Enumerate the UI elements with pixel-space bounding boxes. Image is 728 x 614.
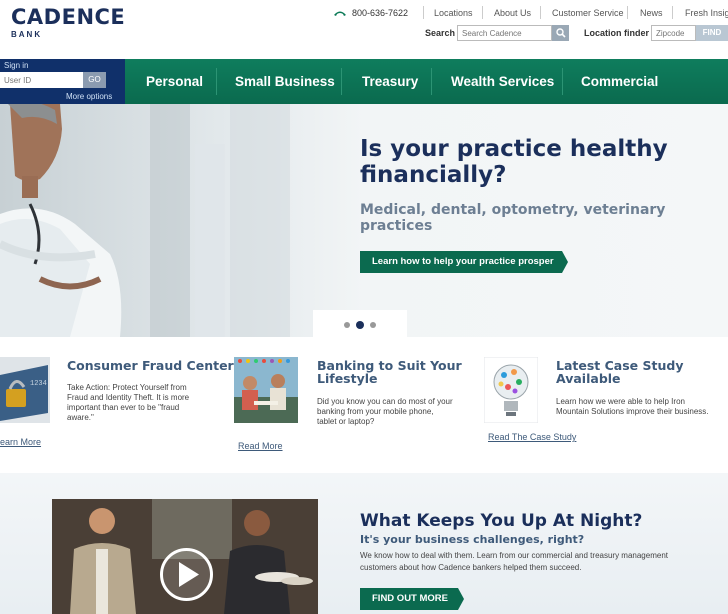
- location-finder-label: Location finder: [584, 28, 649, 38]
- feature-title-line: Lifestyle: [317, 371, 378, 386]
- go-button[interactable]: GO: [83, 72, 106, 88]
- nav-divider: [341, 68, 342, 95]
- hero-subtitle-line: Medical, dental, optometry, veterinary: [360, 202, 666, 218]
- text-line: Did you know you can do most of your: [317, 397, 453, 406]
- toplink-customer-service[interactable]: Customer Service: [552, 6, 624, 20]
- text-line: tablet or laptop?: [317, 417, 375, 426]
- carousel-dot-2[interactable]: [356, 321, 364, 329]
- divider: [423, 6, 424, 19]
- search-label: Search: [425, 28, 456, 38]
- text-line: We know how to deal with them. Learn fro…: [360, 551, 668, 560]
- phone-icon: [334, 11, 346, 16]
- feature-image-lifestyle: [234, 357, 298, 423]
- feature-text-fraud: Take Action: Protect Yourself from Fraud…: [67, 383, 217, 423]
- nav-wealth-services[interactable]: Wealth Services: [451, 59, 554, 104]
- phone-number: 800-636-7622: [352, 8, 409, 18]
- play-icon[interactable]: [159, 547, 214, 602]
- find-button[interactable]: FIND: [696, 25, 728, 41]
- text-line: customers about how Cadence bankers help…: [360, 563, 582, 572]
- feature-link-fraud[interactable]: earn More: [0, 437, 41, 447]
- section-title: What Keeps You Up At Night?: [360, 511, 643, 531]
- feature-title-lifestyle[interactable]: Banking to Suit Your Lifestyle: [317, 359, 462, 385]
- divider: [540, 6, 541, 19]
- signin-label: Sign in: [4, 61, 29, 70]
- signin-panel: Sign in GO More options: [0, 59, 125, 104]
- text-line: Take Action: Protect Yourself from: [67, 383, 187, 392]
- feature-text-case-study: Learn how we were able to help Iron Moun…: [556, 397, 726, 417]
- feature-image-fraud: 1234: [0, 357, 50, 423]
- hero-title-line: Is your practice healthy: [360, 136, 668, 162]
- hero-banner: Is your practice healthy financially? Me…: [0, 104, 728, 337]
- text-line: important than ever to be "fraud: [67, 403, 180, 412]
- feature-title-case-study[interactable]: Latest Case Study Available: [556, 359, 683, 385]
- userid-input[interactable]: [0, 72, 83, 88]
- logo-subtitle: BANK: [11, 30, 43, 39]
- search-button[interactable]: [552, 25, 569, 41]
- find-out-more-label: FIND OUT MORE: [360, 588, 458, 610]
- arrow-icon: [561, 251, 568, 273]
- toplink-news[interactable]: News: [640, 6, 663, 20]
- find-out-more-button[interactable]: FIND OUT MORE: [360, 588, 464, 610]
- toplink-fresh-insights[interactable]: Fresh Insigh: [685, 6, 728, 20]
- feature-link-lifestyle[interactable]: Read More: [238, 441, 283, 451]
- nav-treasury[interactable]: Treasury: [362, 59, 418, 104]
- nav-small-business[interactable]: Small Business: [235, 59, 335, 104]
- text-line: Learn how we were able to help Iron: [556, 397, 685, 406]
- cadence-logo[interactable]: CADENCE BANK: [11, 6, 125, 39]
- search-input[interactable]: [457, 25, 552, 41]
- nav-divider: [562, 68, 563, 95]
- search-icon: [555, 28, 566, 38]
- toplink-locations[interactable]: Locations: [434, 6, 473, 20]
- arrow-icon: [458, 588, 464, 610]
- carousel-dot-1[interactable]: [344, 322, 350, 328]
- feature-link-case-study[interactable]: Read The Case Study: [488, 432, 576, 442]
- text-line: Mountain Solutions improve their busines…: [556, 407, 709, 416]
- hero-cta-label: Learn how to help your practice prosper: [360, 251, 562, 273]
- carousel-pager: [313, 310, 407, 337]
- text-line: banking from your mobile phone,: [317, 407, 434, 416]
- svg-text:1234: 1234: [30, 380, 47, 388]
- nav-commercial[interactable]: Commercial: [581, 59, 658, 104]
- nav-divider: [216, 68, 217, 95]
- feature-title-fraud[interactable]: Consumer Fraud Center: [67, 359, 234, 372]
- hero-title-line: financially?: [360, 162, 507, 188]
- section-text: We know how to deal with them. Learn fro…: [360, 550, 700, 574]
- text-line: aware.": [67, 413, 94, 422]
- phone-link[interactable]: 800-636-7622: [333, 6, 408, 20]
- carousel-dot-3[interactable]: [370, 322, 376, 328]
- feature-text-lifestyle: Did you know you can do most of your ban…: [317, 397, 477, 427]
- divider: [627, 6, 628, 19]
- section-subtitle: It's your business challenges, right?: [360, 533, 585, 546]
- more-options-link[interactable]: More options: [66, 92, 112, 101]
- hero-cta-button[interactable]: Learn how to help your practice prosper: [360, 251, 568, 273]
- logo-wordmark: CADENCE: [11, 5, 126, 29]
- hero-title: Is your practice healthy financially?: [360, 136, 690, 188]
- text-line: Fraud and Identity Theft. It is more: [67, 393, 190, 402]
- video-thumbnail[interactable]: [52, 499, 318, 614]
- hero-subtitle-line: practices: [360, 218, 433, 234]
- hero-subtitle: Medical, dental, optometry, veterinary p…: [360, 202, 690, 234]
- nav-divider: [431, 68, 432, 95]
- feature-title-line: Available: [556, 371, 621, 386]
- divider: [672, 6, 673, 19]
- divider: [482, 6, 483, 19]
- toplink-about-us[interactable]: About Us: [494, 6, 531, 20]
- zipcode-input[interactable]: [651, 25, 696, 41]
- hero-photo-doctor: [0, 104, 290, 337]
- nav-personal[interactable]: Personal: [146, 59, 203, 104]
- lightbulb-icon: [484, 357, 538, 423]
